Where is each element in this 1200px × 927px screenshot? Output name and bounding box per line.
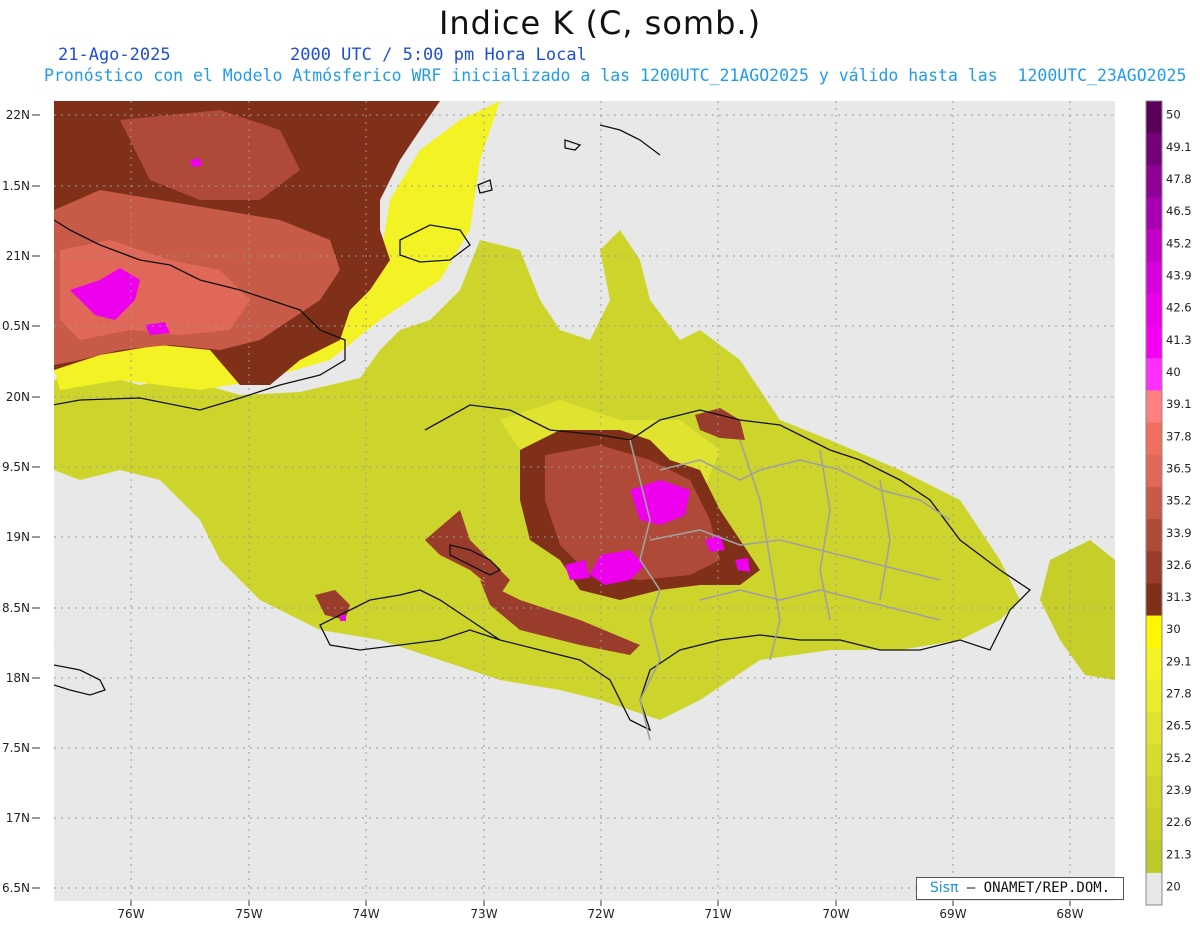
lon-label: 72W [587,907,614,921]
k-index-map: 22N 1.5N 21N 0.5N 20N 9.5N 19N 8.5N 18N … [2,100,1192,921]
colorbar-swatch [1146,712,1162,745]
lat-label: 22N [6,108,30,122]
colorbar-swatch [1146,872,1162,906]
color-legend: 50 49.1 47.8 46.5 45.2 43.9 42.6 41.3 40 39.1 37.8… [1145,100,1192,906]
colorbar-swatch [1146,808,1162,842]
colorbar-swatch [1146,133,1162,166]
colorbar-swatch [1146,583,1162,617]
lon-label: 70W [822,907,849,921]
colorbar-label: 33.9 [1166,526,1192,540]
colorbar-label: 29.1 [1166,654,1192,668]
lat-label: 6.5N [2,881,30,895]
colorbar-label: 23.9 [1166,783,1192,797]
colorbar-label: 42.6 [1166,301,1192,315]
lon-label: 71W [704,907,731,921]
onamet-logo: Sisπ – ONAMET/REP.DOM. [916,877,1124,900]
colorbar-label: 36.5 [1166,461,1192,475]
colorbar-label: 45.2 [1166,236,1192,250]
colorbar-label: 46.5 [1166,204,1192,218]
colorbar-swatch [1146,197,1162,231]
colorbar-swatch [1146,615,1162,649]
colorbar-label: 37.8 [1166,429,1192,443]
colorbar-swatch [1146,326,1162,359]
lat-label: 9.5N [2,460,30,474]
colorbar-label: 31.3 [1166,590,1192,604]
colorbar-label: 39.1 [1166,397,1192,411]
lon-label: 76W [117,907,144,921]
lat-label: 8.5N [2,601,30,615]
lon-ticks [130,901,1071,906]
colorbar-swatch [1146,422,1162,456]
logo-brand: Sisπ [929,880,959,896]
colorbar-swatch [1146,229,1162,263]
lat-label: 18N [6,671,30,685]
colorbar-swatch [1146,165,1162,198]
lon-label: 69W [939,907,966,921]
lat-label: 21N [6,249,30,263]
colorbar-label: 50 [1166,108,1181,122]
colorbar-swatch [1146,519,1162,552]
colorbar-label: 25.2 [1166,751,1192,765]
colorbar-swatch [1146,101,1162,134]
lon-label: 73W [470,907,497,921]
lat-axis: 22N 1.5N 21N 0.5N 20N 9.5N 19N 8.5N 18N … [2,108,30,895]
colorbar-swatch [1146,390,1162,424]
colorbar-label: 35.2 [1166,494,1192,508]
lat-ticks [32,114,40,889]
colorbar-swatch [1146,486,1162,520]
colorbar-label: 47.8 [1166,172,1192,186]
colorbar-swatch [1146,776,1162,810]
colorbar-swatch [1146,261,1162,295]
colorbar-label: 20 [1166,880,1181,894]
lat-label: 19N [6,530,30,544]
colorbar-label: 43.9 [1166,268,1192,282]
lat-label: 20N [6,390,30,404]
lat-label: 0.5N [2,319,30,333]
colorbar-label: 41.3 [1166,333,1192,347]
colorbar-label: 32.6 [1166,558,1192,572]
colorbar-label: 27.8 [1166,687,1192,701]
colorbar-swatch [1146,744,1162,777]
lon-label: 75W [235,907,262,921]
colorbar-swatch [1146,647,1162,681]
lon-label: 74W [352,907,379,921]
lat-label: 17N [6,811,30,825]
lon-label: 68W [1056,907,1083,921]
lat-label: 1.5N [2,179,30,193]
colorbar-label: 40 [1166,365,1181,379]
colorbar-label: 49.1 [1166,140,1192,154]
colorbar-label: 21.3 [1166,847,1192,861]
lat-label: 7.5N [2,741,30,755]
lon-axis: 76W 75W 74W 73W 72W 71W 70W 69W 68W [117,907,1083,921]
colorbar-swatch [1146,358,1162,391]
colorbar-swatch [1146,679,1162,713]
colorbar-swatch [1146,551,1162,584]
colorbar-label: 26.5 [1166,719,1192,733]
colorbar-swatch [1146,840,1162,874]
logo-text: – ONAMET/REP.DOM. [966,880,1111,896]
colorbar-swatch [1146,293,1162,327]
colorbar-swatch [1146,454,1162,488]
colorbar-label: 30 [1166,622,1181,636]
colorbar-label: 22.6 [1166,815,1192,829]
